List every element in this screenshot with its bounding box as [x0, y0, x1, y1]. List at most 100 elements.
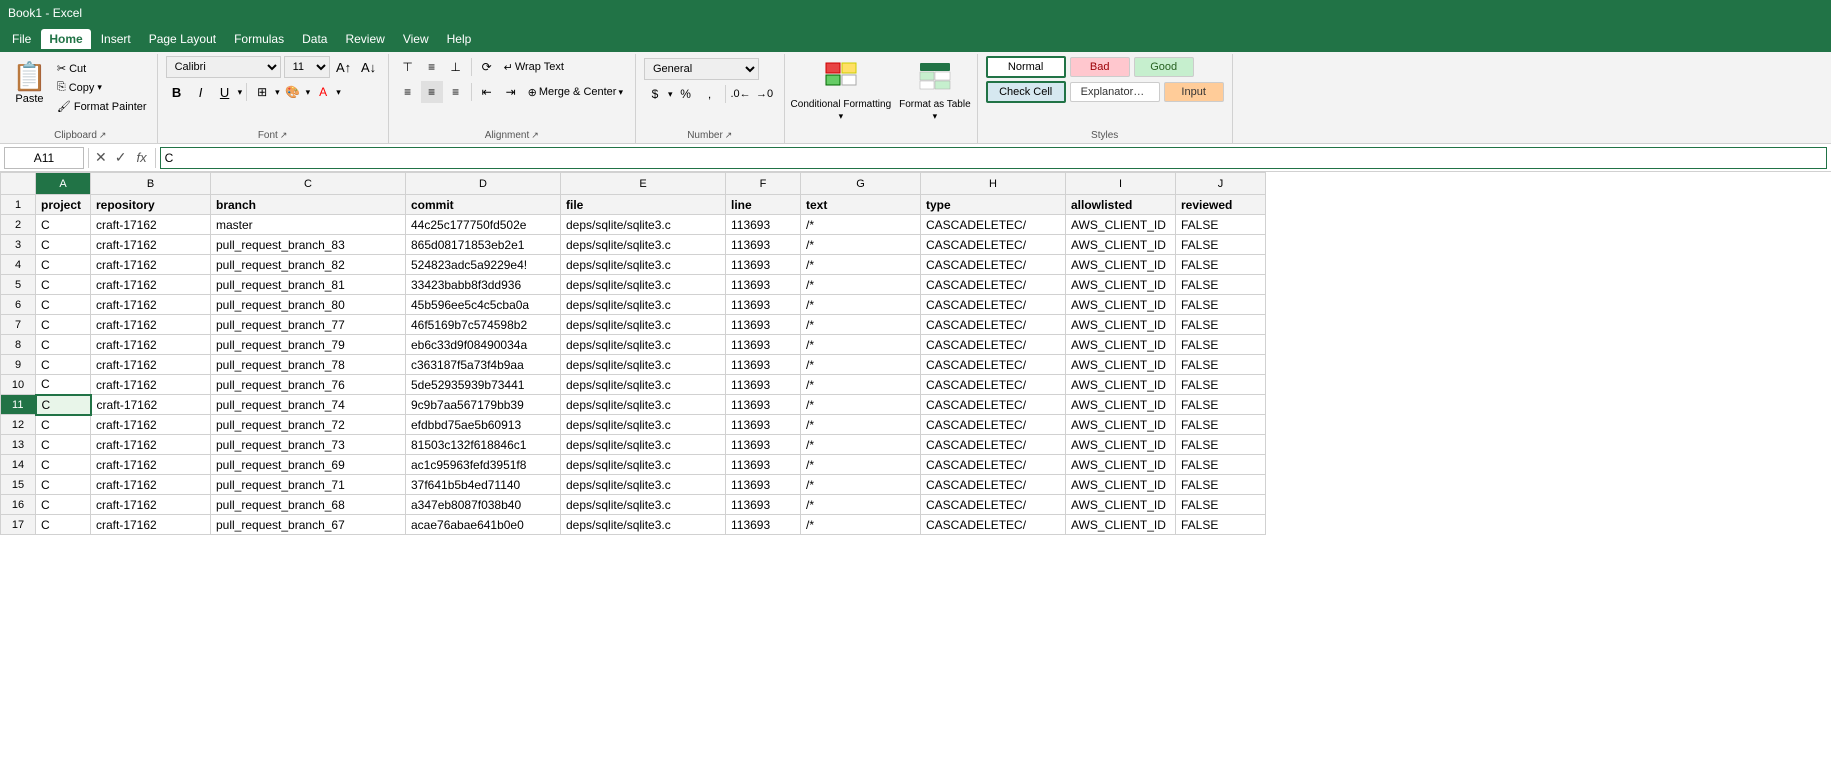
- cell-a14[interactable]: C: [36, 455, 91, 475]
- cell-f17[interactable]: 113693: [726, 515, 801, 535]
- cell-g4[interactable]: /*: [801, 255, 921, 275]
- cell-i4[interactable]: AWS_CLIENT_ID: [1066, 255, 1176, 275]
- number-expand-icon[interactable]: ↗: [725, 130, 733, 141]
- cell-a3[interactable]: C: [36, 235, 91, 255]
- row-header[interactable]: 4: [1, 255, 36, 275]
- cell-f5[interactable]: 113693: [726, 275, 801, 295]
- cell-c9[interactable]: pull_request_branch_78: [211, 355, 406, 375]
- cell-b2[interactable]: craft-17162: [91, 215, 211, 235]
- menu-review[interactable]: Review: [337, 29, 392, 49]
- cell-a12[interactable]: C: [36, 415, 91, 435]
- cell-e3[interactable]: deps/sqlite/sqlite3.c: [561, 235, 726, 255]
- cell-j13[interactable]: FALSE: [1176, 435, 1266, 455]
- cell-a8[interactable]: C: [36, 335, 91, 355]
- cell-b3[interactable]: craft-17162: [91, 235, 211, 255]
- row-header[interactable]: 1: [1, 195, 36, 215]
- col-header-f[interactable]: F: [726, 173, 801, 195]
- row-header[interactable]: 8: [1, 335, 36, 355]
- row-header[interactable]: 15: [1, 475, 36, 495]
- cell-j10[interactable]: FALSE: [1176, 375, 1266, 395]
- cell-a5[interactable]: C: [36, 275, 91, 295]
- cell-a13[interactable]: C: [36, 435, 91, 455]
- cell-e2[interactable]: deps/sqlite/sqlite3.c: [561, 215, 726, 235]
- row-header[interactable]: 16: [1, 495, 36, 515]
- cell-i5[interactable]: AWS_CLIENT_ID: [1066, 275, 1176, 295]
- cell-i9[interactable]: AWS_CLIENT_ID: [1066, 355, 1176, 375]
- fill-color-button[interactable]: 🎨: [282, 81, 304, 103]
- cell-h10[interactable]: CASCADELETEC/: [921, 375, 1066, 395]
- cell-d1[interactable]: commit: [406, 195, 561, 215]
- cell-a2[interactable]: C: [36, 215, 91, 235]
- cell-g12[interactable]: /*: [801, 415, 921, 435]
- cell-e16[interactable]: deps/sqlite/sqlite3.c: [561, 495, 726, 515]
- cell-d10[interactable]: 5de52935939b73441: [406, 375, 561, 395]
- alignment-expand-icon[interactable]: ↗: [531, 130, 539, 141]
- cell-g14[interactable]: /*: [801, 455, 921, 475]
- cell-h3[interactable]: CASCADELETEC/: [921, 235, 1066, 255]
- cell-f4[interactable]: 113693: [726, 255, 801, 275]
- cell-e5[interactable]: deps/sqlite/sqlite3.c: [561, 275, 726, 295]
- cell-e4[interactable]: deps/sqlite/sqlite3.c: [561, 255, 726, 275]
- cell-i17[interactable]: AWS_CLIENT_ID: [1066, 515, 1176, 535]
- cell-b15[interactable]: craft-17162: [91, 475, 211, 495]
- cell-i13[interactable]: AWS_CLIENT_ID: [1066, 435, 1176, 455]
- underline-button[interactable]: U: [214, 81, 236, 103]
- decrease-indent-button[interactable]: ⇤: [476, 81, 498, 103]
- font-size-select[interactable]: 11: [284, 56, 330, 78]
- cell-f11[interactable]: 113693: [726, 395, 801, 415]
- cell-b17[interactable]: craft-17162: [91, 515, 211, 535]
- cell-g16[interactable]: /*: [801, 495, 921, 515]
- col-header-j[interactable]: J: [1176, 173, 1266, 195]
- merge-center-button[interactable]: ⊕ Merge & Center ▾: [524, 85, 627, 100]
- cell-b13[interactable]: craft-17162: [91, 435, 211, 455]
- cell-h6[interactable]: CASCADELETEC/: [921, 295, 1066, 315]
- cancel-formula-icon[interactable]: ✕: [93, 147, 109, 168]
- align-center-button[interactable]: ≡: [421, 81, 443, 103]
- menu-formulas[interactable]: Formulas: [226, 29, 292, 49]
- cell-b9[interactable]: craft-17162: [91, 355, 211, 375]
- cell-g11[interactable]: /*: [801, 395, 921, 415]
- row-header[interactable]: 11: [1, 395, 36, 415]
- bold-button[interactable]: B: [166, 81, 188, 103]
- border-button[interactable]: ⊞: [251, 81, 273, 103]
- percent-button[interactable]: %: [675, 83, 697, 105]
- explanatory-style-button[interactable]: Explanatory ...: [1070, 82, 1160, 102]
- cell-g1[interactable]: text: [801, 195, 921, 215]
- cell-c1[interactable]: branch: [211, 195, 406, 215]
- paste-button[interactable]: 📋 Paste: [6, 56, 53, 112]
- cell-b12[interactable]: craft-17162: [91, 415, 211, 435]
- cell-f6[interactable]: 113693: [726, 295, 801, 315]
- row-header[interactable]: 10: [1, 375, 36, 395]
- cell-d14[interactable]: ac1c95963fefd3951f8: [406, 455, 561, 475]
- cell-g17[interactable]: /*: [801, 515, 921, 535]
- cell-f1[interactable]: line: [726, 195, 801, 215]
- cell-i14[interactable]: AWS_CLIENT_ID: [1066, 455, 1176, 475]
- row-header[interactable]: 3: [1, 235, 36, 255]
- cell-i6[interactable]: AWS_CLIENT_ID: [1066, 295, 1176, 315]
- cell-i15[interactable]: AWS_CLIENT_ID: [1066, 475, 1176, 495]
- row-header[interactable]: 17: [1, 515, 36, 535]
- number-format-select[interactable]: General: [644, 58, 759, 80]
- cell-g8[interactable]: /*: [801, 335, 921, 355]
- cell-a1[interactable]: project: [36, 195, 91, 215]
- cell-b6[interactable]: craft-17162: [91, 295, 211, 315]
- menu-data[interactable]: Data: [294, 29, 335, 49]
- cell-i10[interactable]: AWS_CLIENT_ID: [1066, 375, 1176, 395]
- cell-j2[interactable]: FALSE: [1176, 215, 1266, 235]
- cell-d15[interactable]: 37f641b5b4ed71140: [406, 475, 561, 495]
- cell-h5[interactable]: CASCADELETEC/: [921, 275, 1066, 295]
- cell-c5[interactable]: pull_request_branch_81: [211, 275, 406, 295]
- cell-h1[interactable]: type: [921, 195, 1066, 215]
- cell-d4[interactable]: 524823adc5a9229e4!: [406, 255, 561, 275]
- cell-a4[interactable]: C: [36, 255, 91, 275]
- cell-d11[interactable]: 9c9b7aa567179bb39: [406, 395, 561, 415]
- cell-j8[interactable]: FALSE: [1176, 335, 1266, 355]
- bad-style-button[interactable]: Bad: [1070, 57, 1130, 77]
- cell-h17[interactable]: CASCADELETEC/: [921, 515, 1066, 535]
- col-header-c[interactable]: C: [211, 173, 406, 195]
- row-header[interactable]: 2: [1, 215, 36, 235]
- cell-e13[interactable]: deps/sqlite/sqlite3.c: [561, 435, 726, 455]
- format-as-table-button[interactable]: Format as Table ▾: [897, 58, 973, 126]
- cell-b8[interactable]: craft-17162: [91, 335, 211, 355]
- cell-i3[interactable]: AWS_CLIENT_ID: [1066, 235, 1176, 255]
